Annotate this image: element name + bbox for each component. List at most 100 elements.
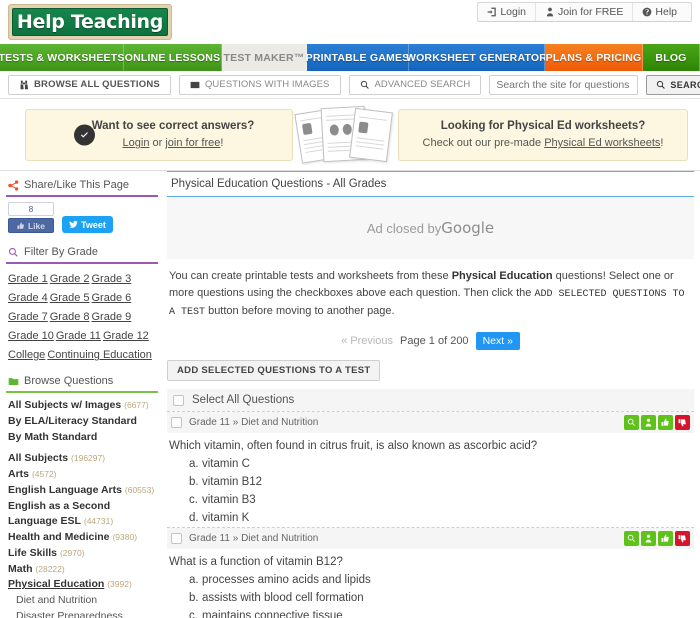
- grade-link-grade-4[interactable]: Grade 4: [8, 292, 48, 304]
- account-link-login[interactable]: Login: [478, 3, 537, 21]
- page-root: Help Teaching Login Join for FREE Help TES…: [0, 0, 700, 618]
- subject-row: English Language Arts (60553): [8, 483, 156, 499]
- subject-count: (9380): [112, 532, 138, 543]
- grade-link-grade-3[interactable]: Grade 3: [92, 273, 132, 285]
- subject-link-english-language-arts[interactable]: English Language Arts: [8, 484, 122, 496]
- physed-worksheets-link[interactable]: Physical Ed worksheets: [544, 137, 660, 149]
- pagination: « Previous Page 1 of 200 Next »: [167, 320, 694, 360]
- ad-banner[interactable]: Ad closed by Google: [167, 197, 694, 259]
- select-all-checkbox[interactable]: [173, 394, 184, 406]
- physed-banner-sub: Check out our pre-made Physical Ed works…: [399, 135, 687, 152]
- grade-link-college[interactable]: College: [8, 349, 45, 361]
- join-free-link[interactable]: join for free: [165, 137, 220, 149]
- question-action-thumbs-up-button[interactable]: [658, 531, 673, 547]
- subject-child-disaster-preparedness[interactable]: Disaster Preparedness: [8, 609, 156, 618]
- intro-part-1: You can create printable tests and works…: [169, 270, 452, 282]
- account-link-help[interactable]: Help: [633, 3, 691, 21]
- questions-with-images-label: QUESTIONS WITH IMAGES: [204, 79, 330, 90]
- search-submit-button[interactable]: SEARCH: [646, 74, 700, 95]
- question-header: Grade 11 » Diet and Nutrition: [167, 412, 694, 434]
- subject-row: By ELA/Literacy Standard: [8, 414, 156, 430]
- question-option[interactable]: b. vitamin B12: [189, 473, 694, 491]
- account-link-label: Help: [655, 6, 677, 18]
- grade-link-grade-1[interactable]: Grade 1: [8, 273, 48, 285]
- subject-link-life-skills[interactable]: Life Skills: [8, 547, 57, 559]
- physed-worksheets-banner: Looking for Physical Ed worksheets? Chec…: [398, 109, 688, 161]
- search-input[interactable]: [489, 74, 639, 95]
- question-action-thumbs-down-button[interactable]: [675, 415, 690, 431]
- nav-item-tests-worksheets[interactable]: TESTS & WORKSHEETS: [0, 44, 124, 71]
- grade-link-grade-11[interactable]: Grade 11: [56, 330, 101, 342]
- main-content: Physical Education Questions - All Grade…: [163, 171, 700, 618]
- next-page-button[interactable]: Next »: [475, 332, 520, 351]
- account-links: Login Join for FREE Help: [477, 2, 692, 22]
- nav-item-worksheet-generator[interactable]: WORKSHEET GENERATOR: [406, 44, 547, 71]
- facebook-like-widget[interactable]: 8 Like: [8, 202, 54, 233]
- nav-item-label: PLANS & PRICING: [545, 51, 642, 64]
- grade-link-grade-6[interactable]: Grade 6: [92, 292, 132, 304]
- option-text: vitamin B12: [202, 476, 263, 489]
- login-link[interactable]: Login: [123, 137, 150, 149]
- nav-item-online-lessons[interactable]: ONLINE LESSONS: [124, 44, 222, 71]
- subject-link-all-subjects-w-images[interactable]: All Subjects w/ Images: [8, 399, 121, 411]
- option-letter: b.: [189, 476, 199, 489]
- question-option[interactable]: c. maintains connective tissue: [189, 607, 694, 618]
- subject-row: All Subjects w/ Images (6677): [8, 398, 156, 414]
- question-option[interactable]: a. processes amino acids and lipids: [189, 571, 694, 589]
- grade-link-grade-10[interactable]: Grade 10: [8, 330, 54, 342]
- tweet-button[interactable]: Tweet: [62, 216, 113, 233]
- question-option[interactable]: c. vitamin B3: [189, 491, 694, 509]
- advanced-search-button[interactable]: ADVANCED SEARCH: [348, 74, 482, 95]
- social-buttons: 8 Like Tweet: [6, 197, 158, 235]
- subject-link-physical-education[interactable]: Physical Education: [8, 578, 104, 590]
- grade-link-grade-5[interactable]: Grade 5: [50, 292, 90, 304]
- subject-count: (196297): [71, 453, 106, 464]
- question-checkbox[interactable]: [171, 417, 182, 429]
- grade-link-continuing-education[interactable]: Continuing Education: [47, 349, 152, 361]
- subject-link-all-subjects[interactable]: All Subjects: [8, 452, 68, 464]
- account-link-join-for-free[interactable]: Join for FREE: [536, 3, 634, 21]
- nav-item-label: BLOG: [655, 51, 687, 64]
- option-text: vitamin K: [202, 512, 250, 525]
- browse-widget-title: Browse Questions: [24, 375, 114, 388]
- grade-link-grade-2[interactable]: Grade 2: [50, 273, 90, 285]
- question-action-person-button[interactable]: [641, 531, 656, 547]
- grade-link-grade-9[interactable]: Grade 9: [92, 311, 132, 323]
- facebook-like-button[interactable]: Like: [8, 218, 54, 233]
- question-checkbox[interactable]: [171, 533, 182, 545]
- question-action-thumbs-up-button[interactable]: [658, 415, 673, 431]
- questions-with-images-button[interactable]: QUESTIONS WITH IMAGES: [178, 74, 341, 95]
- subject-link-arts[interactable]: Arts: [8, 468, 29, 480]
- previous-page-button[interactable]: « Previous: [341, 335, 393, 347]
- question-action-person-button[interactable]: [641, 415, 656, 431]
- subject-link-math[interactable]: Math: [8, 563, 33, 575]
- option-text: vitamin B3: [202, 494, 256, 507]
- site-logo[interactable]: Help Teaching: [8, 4, 172, 40]
- login-icon: [487, 7, 497, 17]
- subject-link-health-and-medicine[interactable]: Health and Medicine: [8, 531, 110, 543]
- browse-all-questions-button[interactable]: BROWSE ALL QUESTIONS: [8, 74, 171, 95]
- grade-link-grade-7[interactable]: Grade 7: [8, 311, 48, 323]
- question-option[interactable]: a. vitamin C: [189, 455, 694, 473]
- grade-link-grade-12[interactable]: Grade 12: [103, 330, 149, 342]
- question-list: Grade 11 » Diet and Nutrition Which vitam…: [167, 411, 694, 618]
- question-action-magnifier-button[interactable]: [624, 531, 639, 547]
- browse-questions-widget: Browse Questions All Subjects w/ Images …: [6, 373, 158, 618]
- select-all-row[interactable]: Select All Questions: [167, 389, 694, 412]
- add-selected-questions-button[interactable]: ADD SELECTED QUESTIONS TO A TEST: [167, 360, 381, 382]
- question-action-thumbs-down-button[interactable]: [675, 531, 690, 547]
- person-icon: [546, 7, 554, 17]
- filter-widget-header: Filter By Grade: [6, 244, 158, 264]
- nav-item-plans-pricing[interactable]: PLANS & PRICING: [545, 44, 643, 71]
- question-action-magnifier-button[interactable]: [624, 415, 639, 431]
- grade-link-grade-8[interactable]: Grade 8: [50, 311, 90, 323]
- nav-item-test-maker[interactable]: TEST MAKER™: [222, 44, 307, 71]
- subject-link-by-ela-literacy-standard[interactable]: By ELA/Literacy Standard: [8, 415, 137, 427]
- question-option[interactable]: b. assists with blood cell formation: [189, 589, 694, 607]
- subject-link-by-math-standard[interactable]: By Math Standard: [8, 431, 97, 443]
- subject-child-diet-and-nutrition[interactable]: Diet and Nutrition: [8, 593, 156, 609]
- select-all-label: Select All Questions: [192, 394, 295, 407]
- nav-item-printable-games[interactable]: PRINTABLE GAMES: [306, 44, 409, 71]
- question-option[interactable]: d. vitamin K: [189, 509, 694, 527]
- nav-item-blog[interactable]: BLOG: [643, 44, 700, 71]
